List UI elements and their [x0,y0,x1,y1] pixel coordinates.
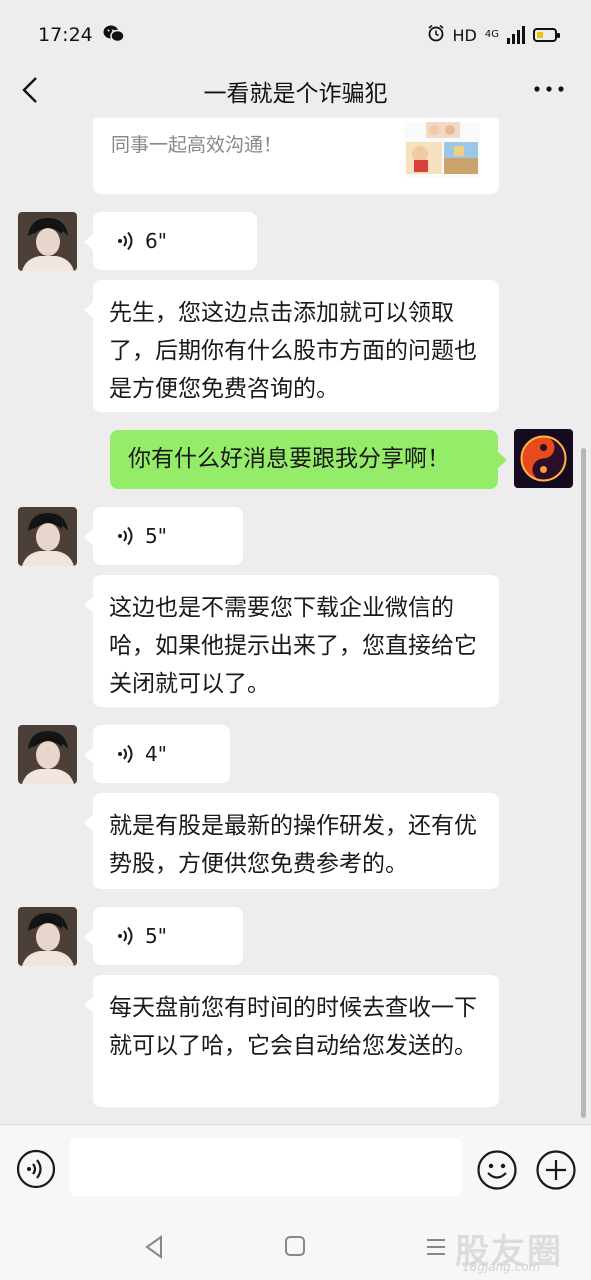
watermark-url: 18gjang.com [462,1260,541,1274]
link-card-message[interactable]: 同事一起高效沟通！ [93,118,499,194]
network-type: 4G [484,29,499,40]
voice-message[interactable]: 5" [84,907,243,965]
chat-title: 一看就是个诈骗犯 [203,81,388,107]
my-avatar[interactable] [514,429,573,488]
input-bar [0,1124,591,1215]
contact-avatar[interactable] [18,725,77,784]
sent-text-message[interactable]: 你有什么好消息要跟我分享啊！ [110,430,507,489]
system-back-button[interactable] [141,1232,167,1262]
hd-indicator: HD [452,25,477,45]
status-time: 17:24 [38,24,93,46]
text-message[interactable]: 每天盘前您有时间的时候去查收一下就可以了哈，它会自动给您发送的。 [84,975,499,1107]
alarm-clock-icon [427,24,445,46]
text-message[interactable]: 这边也是不需要您下载企业微信的哈，如果他提示出来了，您直接给它关闭就可以了。 [84,575,499,707]
emoji-button[interactable] [476,1149,518,1191]
voice-message[interactable]: 6" [84,212,257,270]
more-dots-icon [534,86,564,92]
card-description: 同事一起高效沟通！ [111,134,283,156]
square-home-icon [285,1236,305,1256]
lines-menu-icon [427,1239,445,1255]
triangle-back-icon [145,1235,162,1259]
battery-icon [533,28,560,42]
more-options-button[interactable] [531,74,567,104]
battery-level [537,32,543,38]
voice-duration: 4" [145,742,167,766]
contact-avatar[interactable] [18,907,77,966]
emoji-smile-icon [477,1150,517,1190]
more-functions-button[interactable] [535,1149,577,1191]
message-list[interactable]: 同事一起高效沟通！ 6" 先生，您这边点击添加就可以领取了，后期你有什么股市方面… [0,118,591,1122]
voice-wave-icon [118,744,133,764]
wechat-logo-icon [103,24,125,48]
system-navigation-bar: 股友圈 18gjang.com [0,1214,591,1280]
voice-wave-icon [118,231,133,251]
plus-circle-icon [536,1150,576,1190]
chat-scrollbar[interactable] [581,448,586,1118]
voice-message[interactable]: 4" [84,725,230,783]
voice-duration: 6" [145,229,167,253]
status-bar: 17:24 HD 4G [0,0,591,70]
chat-header: 一看就是个诈骗犯 [0,62,591,118]
voice-input-icon [16,1149,56,1189]
system-menu-button[interactable] [425,1236,447,1258]
text-message[interactable]: 就是有股是最新的操作研发，还有优势股，方便供您免费参考的。 [84,793,499,889]
system-home-button[interactable] [284,1235,306,1257]
voice-wave-icon [118,926,133,946]
voice-input-button[interactable] [16,1149,56,1189]
message-input[interactable] [70,1138,462,1196]
contact-avatar[interactable] [18,212,77,271]
card-thumbnail [404,122,480,178]
voice-duration: 5" [145,924,167,948]
contact-avatar[interactable] [18,507,77,566]
signal-strength-icon [507,26,525,44]
voice-duration: 5" [145,524,167,548]
voice-wave-icon [118,526,133,546]
text-message[interactable]: 先生，您这边点击添加就可以领取了，后期你有什么股市方面的问题也是方便您免费咨询的… [84,280,499,412]
voice-message[interactable]: 5" [84,507,243,565]
